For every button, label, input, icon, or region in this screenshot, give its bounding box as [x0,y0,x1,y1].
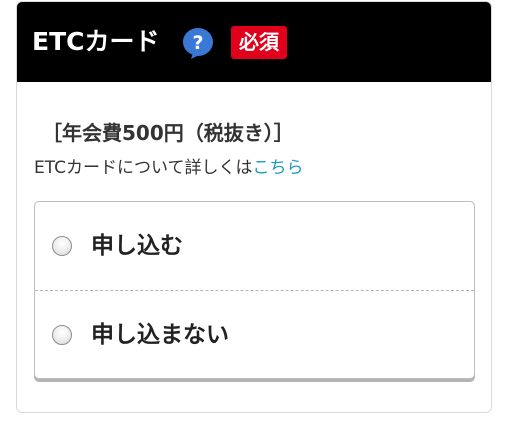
option-label: 申し込まない [91,322,229,348]
section-title: ETCカード [32,27,160,56]
svg-text:?: ? [192,32,203,54]
detail-text: ETCカードについて詳しくはこちら [34,156,304,180]
question-bubble-icon[interactable]: ? [181,26,215,60]
option-label: 申し込む [91,233,183,259]
apply-radio[interactable] [52,236,72,256]
annual-fee-label: ［年会費500円（税抜き）］ [42,121,294,145]
section-header: ETCカード ? 必須 [17,2,491,82]
options-box: 申し込む 申し込まない [34,201,475,379]
option-decline[interactable]: 申し込まない [35,291,474,379]
decline-radio[interactable] [52,325,72,345]
required-badge: 必須 [231,26,287,59]
details-link[interactable]: こちら [253,158,304,178]
option-apply[interactable]: 申し込む [35,202,474,290]
detail-text-prefix: ETCカードについて詳しくは [34,158,253,178]
etc-card-section: ETCカード ? 必須 ［年会費500円（税抜き）］ ETCカードについて詳しく… [16,1,492,413]
